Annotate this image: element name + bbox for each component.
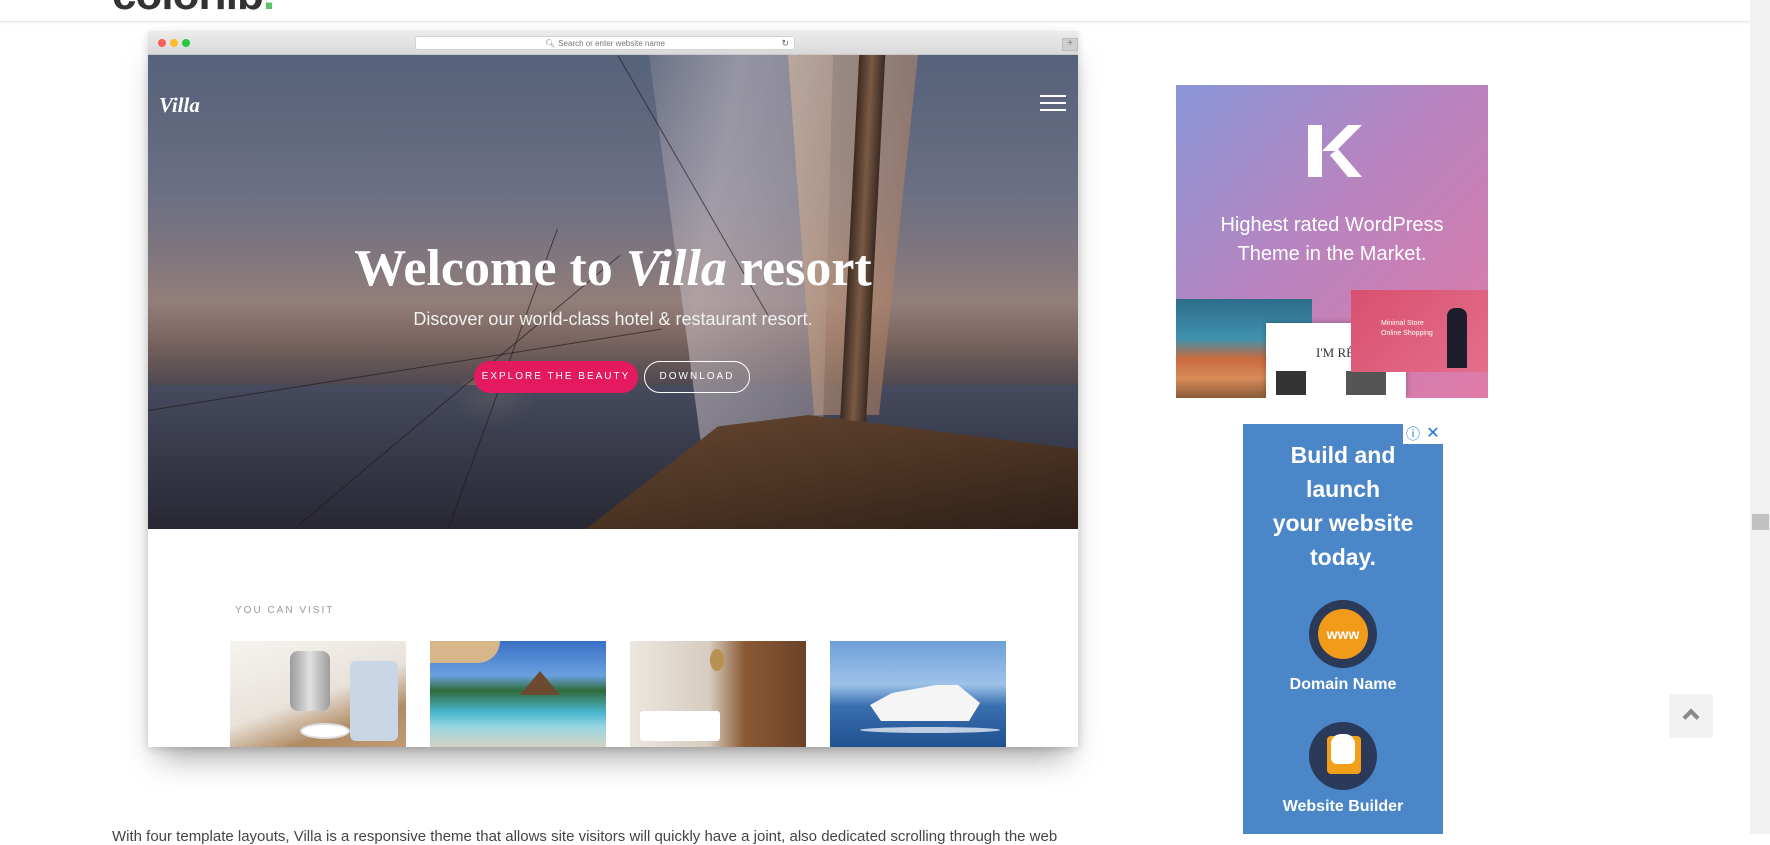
browser-chrome: 🔍︎ Search or enter website name ↻ + [148,31,1078,55]
website-builder-ad[interactable]: ⓘ ✕ Build and launch your website today.… [1243,424,1443,834]
ad-headline-line1: Highest rated WordPress [1220,214,1444,236]
download-button: DOWNLOAD [644,361,750,393]
page-scrollbar[interactable] [1750,0,1770,834]
www-icon: www [1309,600,1377,668]
address-bar: 🔍︎ Search or enter website name ↻ [415,36,795,50]
ad-title-line: launch [1305,476,1381,502]
ad-headline-line2: Theme in the Market. [1237,243,1427,265]
page-scrollbar-thumb[interactable] [1752,514,1769,530]
logo-dot: . [263,0,275,19]
close-dot-icon [158,39,166,47]
section-label: YOU CAN VISIT [235,605,335,616]
hero-title-pre: Welcome to [354,240,626,297]
hero-title-post: resort [726,240,872,297]
screenshot-store-text-1: Minimal Store [1381,320,1424,327]
minimize-dot-icon [170,39,178,47]
new-tab-icon: + [1062,38,1078,51]
website-builder-label: Website Builder [1282,798,1404,815]
explore-button: EXPLORE THE BEAUTY [474,361,638,393]
browser-mockup: 🔍︎ Search or enter website name ↻ + Villa… [148,31,1078,747]
reload-icon: ↻ [781,38,789,48]
thumbnail-yacht [830,641,1006,747]
www-icon-text: www [1318,609,1368,659]
ad-title-line: today. [1309,544,1377,570]
hamburger-menu-icon [1040,95,1066,111]
thumbnail-bedroom [630,641,806,747]
website-builder-icon [1309,722,1377,790]
kallyas-k-icon [1308,125,1362,177]
ad-title-line: Build and [1290,442,1396,468]
thumbnail-champagne [230,641,406,747]
body-paragraph: With four template layouts, Villa is a r… [112,828,1058,845]
maximize-dot-icon [182,39,190,47]
domain-name-label: Domain Name [1289,676,1397,693]
thumbnail-pool [430,641,606,747]
hero-subtitle: Discover our world-class hotel & restaur… [413,309,813,329]
hero-logo: Villa [159,93,200,117]
ad-headline: Highest rated WordPress Theme in the Mar… [1176,211,1488,269]
ad-title: Build and launch your website today. [1243,438,1443,574]
search-icon: 🔍︎ [545,39,556,48]
hero-title-italic: Villa [625,240,727,297]
hero-title: Welcome to Villa resort [148,243,1078,295]
screenshot-store-text-2: Online Shopping [1381,330,1433,337]
ad-title-line: your website [1272,510,1414,536]
theme-screenshot-store: Minimal Store Online Shopping [1351,290,1488,372]
back-to-top-button[interactable] [1669,694,1713,738]
site-header: colorlib. [0,0,1750,22]
colorlib-logo[interactable]: colorlib. [112,0,275,20]
address-placeholder: Search or enter website name [558,39,665,48]
colorlib-ad[interactable]: Highest rated WordPress Theme in the Mar… [1176,85,1488,398]
logo-text: colorlib [112,0,264,19]
chevron-up-icon [1682,708,1700,726]
hero-section: Villa Welcome to Villa resort Discover o… [148,55,1078,529]
